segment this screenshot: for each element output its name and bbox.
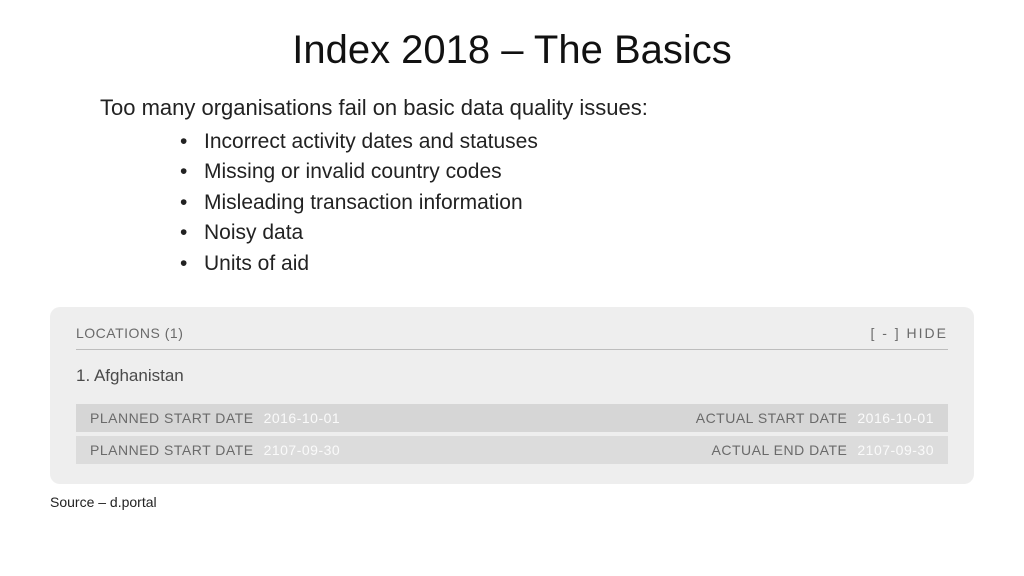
locations-count-label: LOCATIONS (1) <box>76 325 183 341</box>
bullet-list: Incorrect activity dates and statuses Mi… <box>180 127 974 279</box>
planned-start-label: PLANNED START DATE <box>90 410 254 426</box>
date-row: PLANNED START DATE 2016-10-01 ACTUAL STA… <box>76 404 948 432</box>
date-rows: PLANNED START DATE 2016-10-01 ACTUAL STA… <box>76 404 948 464</box>
date-row: PLANNED START DATE 2107-09-30 ACTUAL END… <box>76 436 948 464</box>
slide-title: Index 2018 – The Basics <box>50 28 974 73</box>
location-item: 1. Afghanistan <box>76 366 948 386</box>
bullet-item: Misleading transaction information <box>180 188 974 218</box>
planned-start-label-2: PLANNED START DATE <box>90 442 254 458</box>
bullet-item: Incorrect activity dates and statuses <box>180 127 974 157</box>
bullet-item: Noisy data <box>180 218 974 248</box>
actual-start-value: 2016-10-01 <box>857 410 934 426</box>
actual-end-value: 2107-09-30 <box>857 442 934 458</box>
source-note: Source – d.portal <box>50 494 974 510</box>
hide-toggle[interactable]: [ - ] HIDE <box>870 325 948 341</box>
intro-text: Too many organisations fail on basic dat… <box>100 95 974 121</box>
planned-start-value: 2016-10-01 <box>264 410 341 426</box>
panel-header: LOCATIONS (1) [ - ] HIDE <box>76 325 948 350</box>
actual-start-label: ACTUAL START DATE <box>696 410 848 426</box>
bullet-item: Missing or invalid country codes <box>180 157 974 187</box>
bullet-item: Units of aid <box>180 249 974 279</box>
actual-end-label: ACTUAL END DATE <box>712 442 848 458</box>
locations-panel: LOCATIONS (1) [ - ] HIDE 1. Afghanistan … <box>50 307 974 484</box>
planned-start-value-2: 2107-09-30 <box>264 442 341 458</box>
